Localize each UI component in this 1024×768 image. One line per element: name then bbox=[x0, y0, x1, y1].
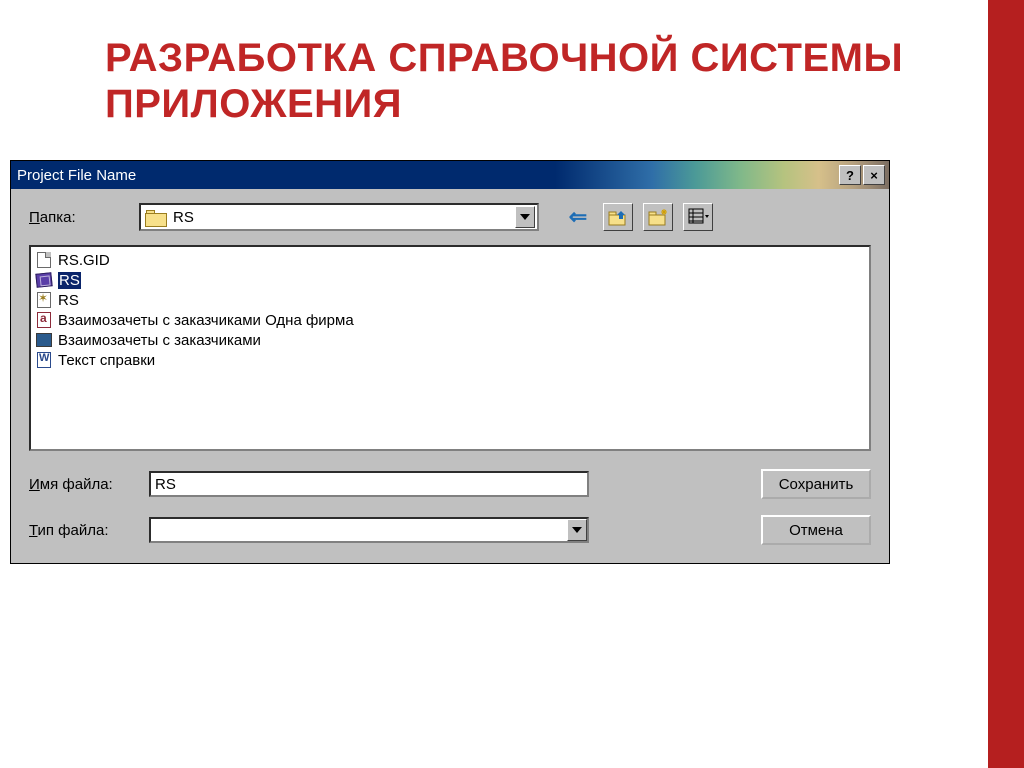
view-list-icon bbox=[687, 207, 709, 227]
help-button[interactable]: ? bbox=[839, 165, 861, 185]
book-icon bbox=[34, 271, 54, 289]
file-item[interactable]: RS bbox=[33, 270, 867, 290]
folder-icon bbox=[145, 208, 167, 226]
rtf-icon bbox=[34, 311, 54, 329]
folder-dropdown-button[interactable] bbox=[515, 206, 535, 228]
folder-combo[interactable]: RS bbox=[139, 203, 539, 231]
file-item[interactable]: Текст справки bbox=[33, 350, 867, 370]
new-folder-button[interactable] bbox=[643, 203, 673, 231]
filetype-combo[interactable] bbox=[149, 517, 589, 543]
file-name: RS bbox=[58, 272, 81, 289]
save-button[interactable]: Сохранить bbox=[761, 469, 871, 499]
file-name: RS.GID bbox=[58, 252, 110, 269]
bottom-fields: Имя файла: RS Сохранить Тип файла: Отмен… bbox=[29, 469, 871, 545]
file-icon bbox=[34, 251, 54, 269]
file-name: Взаимозачеты с заказчиками Одна фирма bbox=[58, 312, 354, 329]
cancel-button[interactable]: Отмена bbox=[761, 515, 871, 545]
folder-value: RS bbox=[173, 209, 515, 226]
back-arrow-icon: ⇐ bbox=[569, 206, 587, 228]
screen-icon bbox=[34, 331, 54, 349]
new-folder-icon bbox=[647, 207, 669, 227]
filetype-label: Тип файла: bbox=[29, 522, 149, 539]
file-name: RS bbox=[58, 292, 79, 309]
slide-title: РАЗРАБОТКА СПРАВОЧНОЙ СИСТЕМЫ ПРИЛОЖЕНИЯ bbox=[105, 35, 925, 127]
close-button[interactable]: × bbox=[863, 165, 885, 185]
config-icon bbox=[34, 291, 54, 309]
window-title: Project File Name bbox=[17, 167, 837, 184]
file-name: Взаимозачеты с заказчиками bbox=[58, 332, 261, 349]
nav-icons: ⇐ bbox=[563, 203, 713, 231]
file-name: Текст справки bbox=[58, 352, 155, 369]
file-list[interactable]: RS.GID RS RS Взаимозачеты с заказчиками … bbox=[29, 245, 871, 451]
word-doc-icon bbox=[34, 351, 54, 369]
titlebar[interactable]: Project File Name ? × bbox=[11, 161, 889, 189]
help-icon: ? bbox=[846, 168, 854, 183]
filename-value: RS bbox=[155, 476, 176, 493]
file-item[interactable]: Взаимозачеты с заказчиками bbox=[33, 330, 867, 350]
close-icon: × bbox=[870, 168, 878, 183]
filename-input[interactable]: RS bbox=[149, 471, 589, 497]
accent-bar bbox=[988, 0, 1024, 768]
folder-label: Папка: bbox=[29, 209, 139, 226]
up-folder-icon bbox=[607, 207, 629, 227]
save-dialog: Project File Name ? × Папка: RS ⇐ bbox=[10, 160, 890, 564]
file-item[interactable]: Взаимозачеты с заказчиками Одна фирма bbox=[33, 310, 867, 330]
view-menu-button[interactable] bbox=[683, 203, 713, 231]
folder-label-rest: апка: bbox=[40, 209, 76, 226]
filename-label: Имя файла: bbox=[29, 476, 149, 493]
back-button[interactable]: ⇐ bbox=[563, 203, 593, 231]
file-item[interactable]: RS bbox=[33, 290, 867, 310]
up-folder-button[interactable] bbox=[603, 203, 633, 231]
file-item[interactable]: RS.GID bbox=[33, 250, 867, 270]
dialog-body: Папка: RS ⇐ RS.G bbox=[11, 189, 889, 563]
filetype-dropdown-button[interactable] bbox=[567, 519, 587, 541]
